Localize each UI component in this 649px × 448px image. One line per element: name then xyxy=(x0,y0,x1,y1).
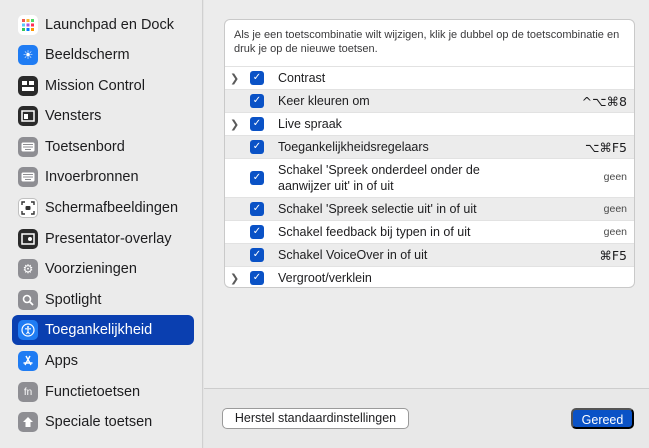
main-content: Als je een toetscombinatie wilt wijzigen… xyxy=(204,0,649,388)
chevron-right-icon[interactable]: ❯ xyxy=(230,72,239,85)
modifier-keys-icon xyxy=(18,412,38,432)
shortcut-label: Schakel 'Spreek selectie uit' in of uit xyxy=(278,202,477,216)
checkbox[interactable]: ✓ xyxy=(250,202,264,216)
shortcut-row-voiceover[interactable]: ✓ Schakel VoiceOver in of uit ⌘F5 xyxy=(225,243,634,266)
sidebar-item-invoerbronnen[interactable]: Invoerbronnen xyxy=(12,162,194,192)
launchpad-icon xyxy=(18,15,38,35)
screenshot-icon xyxy=(18,198,38,218)
function-keys-icon: fn xyxy=(18,382,38,402)
shortcut-keys[interactable]: ⌥⌘F5 xyxy=(585,140,627,155)
shortcut-row-invert-colors[interactable]: ✓ Keer kleuren om ^⌥⌘8 xyxy=(225,89,634,112)
checkbox[interactable]: ✓ xyxy=(250,94,264,108)
sidebar-item-launchpad-dock[interactable]: Launchpad en Dock xyxy=(12,10,194,40)
checkbox[interactable]: ✓ xyxy=(250,225,264,239)
sidebar-item-vensters[interactable]: Vensters xyxy=(12,101,194,131)
shortcut-row-accessibility-controls[interactable]: ✓ Toegankelijkheidsregelaars ⌥⌘F5 xyxy=(225,135,634,158)
sidebar-item-presentator-overlay[interactable]: Presentator-overlay xyxy=(12,224,194,254)
sidebar-item-label: Launchpad en Dock xyxy=(45,17,174,33)
display-icon: ☀ xyxy=(18,45,38,65)
checkbox[interactable]: ✓ xyxy=(250,71,264,85)
shortcut-keys[interactable]: ^⌥⌘8 xyxy=(582,94,627,109)
sidebar-item-spotlight[interactable]: Spotlight xyxy=(12,285,194,315)
services-icon: ⚙ xyxy=(18,259,38,279)
shortcut-label: Schakel 'Spreek onderdeel onder de aanwi… xyxy=(278,163,480,193)
done-button[interactable]: Gereed xyxy=(571,408,634,429)
sidebar-item-toetsenbord[interactable]: Toetsenbord xyxy=(12,132,194,162)
shortcut-label: Schakel feedback bij typen in of uit xyxy=(278,225,471,239)
presenter-overlay-icon xyxy=(18,229,38,249)
checkbox[interactable]: ✓ xyxy=(250,248,264,262)
checkbox[interactable]: ✓ xyxy=(250,171,264,185)
sidebar-item-apps[interactable]: Apps xyxy=(12,346,194,376)
shortcut-row-speak-item-under-pointer[interactable]: ✓ Schakel 'Spreek onderdeel onder de aan… xyxy=(225,158,634,197)
keyboard-icon xyxy=(18,137,38,157)
shortcut-row-speak-selection[interactable]: ✓ Schakel 'Spreek selectie uit' in of ui… xyxy=(225,197,634,220)
shortcuts-list: ❯ ✓ Contrast ✓ Keer kleuren om ^⌥⌘8 ❯ ✓ … xyxy=(225,66,634,287)
checkbox[interactable]: ✓ xyxy=(250,117,264,131)
sidebar-item-label: Toetsenbord xyxy=(45,139,125,155)
sidebar-item-label: Invoerbronnen xyxy=(45,169,139,185)
sidebar-item-beeldscherm[interactable]: ☀ Beeldscherm xyxy=(12,40,194,70)
sidebar: Launchpad en Dock ☀ Beeldscherm Mission … xyxy=(0,0,203,448)
chevron-right-icon[interactable]: ❯ xyxy=(230,272,239,285)
shortcut-row-zoom[interactable]: ❯ ✓ Vergroot/verklein xyxy=(225,266,634,287)
footer-bar: Herstel standaardinstellingen Gereed xyxy=(204,388,649,448)
shortcut-label: Keer kleuren om xyxy=(278,94,370,108)
shortcut-row-typing-feedback[interactable]: ✓ Schakel feedback bij typen in of uit g… xyxy=(225,220,634,243)
sidebar-item-label: Speciale toetsen xyxy=(45,414,153,430)
shortcuts-panel: Als je een toetscombinatie wilt wijzigen… xyxy=(224,19,635,288)
sidebar-item-label: Functietoetsen xyxy=(45,384,141,400)
shortcut-label: Contrast xyxy=(278,71,326,85)
sidebar-item-label: Spotlight xyxy=(45,292,102,308)
shortcut-keys[interactable]: geen xyxy=(604,226,627,238)
checkbox[interactable]: ✓ xyxy=(250,140,264,154)
sidebar-item-label: Beeldscherm xyxy=(45,47,130,63)
sidebar-item-label: Mission Control xyxy=(45,78,145,94)
sidebar-item-toegankelijkheid[interactable]: Toegankelijkheid xyxy=(12,315,194,345)
shortcut-keys[interactable]: ⌘F5 xyxy=(599,248,627,263)
shortcut-row-live-speech[interactable]: ❯ ✓ Live spraak xyxy=(225,112,634,135)
sidebar-item-schermafbeeldingen[interactable]: Schermafbeeldingen xyxy=(12,193,194,223)
checkbox[interactable]: ✓ xyxy=(250,271,264,285)
sidebar-item-label: Presentator-overlay xyxy=(45,231,172,247)
sidebar-item-label: Apps xyxy=(45,353,79,369)
shortcut-label: Toegankelijkheidsregelaars xyxy=(278,140,429,154)
sidebar-item-label: Schermafbeeldingen xyxy=(45,200,179,216)
shortcuts-description: Als je een toetscombinatie wilt wijzigen… xyxy=(234,29,620,55)
accessibility-icon xyxy=(18,320,38,340)
shortcut-label: Vergroot/verklein xyxy=(278,271,372,285)
sidebar-item-speciale-toetsen[interactable]: Speciale toetsen xyxy=(12,407,194,437)
shortcut-row-contrast[interactable]: ❯ ✓ Contrast xyxy=(225,66,634,89)
input-sources-icon xyxy=(18,167,38,187)
sidebar-item-label: Toegankelijkheid xyxy=(45,322,153,338)
app-store-icon xyxy=(18,351,38,371)
spotlight-icon xyxy=(18,290,38,310)
shortcut-label: Schakel VoiceOver in of uit xyxy=(278,248,428,262)
sidebar-item-voorzieningen[interactable]: ⚙ Voorzieningen xyxy=(12,254,194,284)
sidebar-item-functietoetsen[interactable]: fn Functietoetsen xyxy=(12,377,194,407)
restore-defaults-button[interactable]: Herstel standaardinstellingen xyxy=(222,408,409,429)
chevron-right-icon[interactable]: ❯ xyxy=(230,118,239,131)
sidebar-item-label: Vensters xyxy=(45,108,102,124)
sidebar-item-label: Voorzieningen xyxy=(45,261,137,277)
windows-icon xyxy=(18,106,38,126)
shortcut-keys[interactable]: geen xyxy=(604,171,627,183)
shortcut-label: Live spraak xyxy=(278,117,342,131)
sidebar-item-mission-control[interactable]: Mission Control xyxy=(12,71,194,101)
mission-control-icon xyxy=(18,76,38,96)
shortcut-keys[interactable]: geen xyxy=(604,203,627,215)
